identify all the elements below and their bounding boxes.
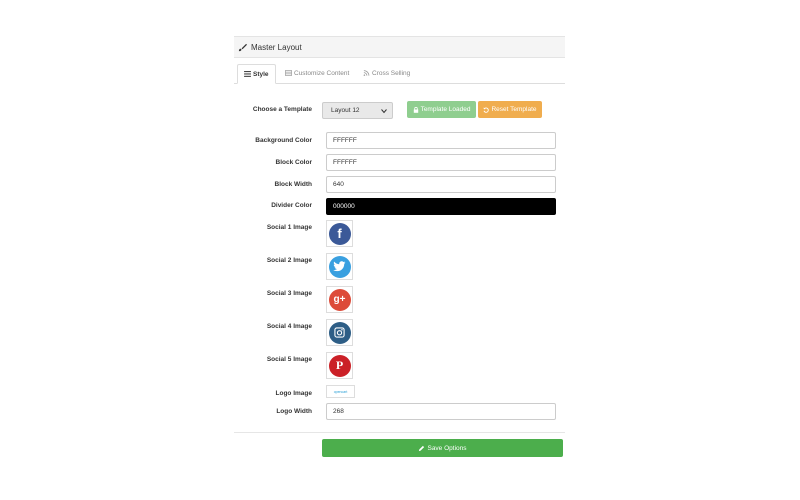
- social-3-image[interactable]: g+: [326, 286, 353, 313]
- tab-customize-content[interactable]: Customize Content: [279, 64, 355, 82]
- panel-title: Master Layout: [251, 42, 302, 52]
- google-plus-icon: g+: [328, 288, 351, 311]
- pencil-icon: [419, 445, 425, 451]
- logo-image[interactable]: opencart: [326, 385, 355, 398]
- tab-customize-content-label: Customize Content: [294, 69, 350, 77]
- logo-width-label: Logo Width: [276, 408, 312, 415]
- save-options-button[interactable]: Save Options: [322, 439, 563, 457]
- block-color-value: FFFFFF: [333, 159, 357, 166]
- block-color-label: Block Color: [275, 159, 312, 166]
- twitter-icon: [328, 255, 351, 278]
- tab-style-label: Style: [253, 70, 269, 78]
- list-icon: [244, 71, 251, 77]
- block-color-input[interactable]: FFFFFF: [326, 154, 556, 171]
- save-options-label: Save Options: [427, 444, 467, 452]
- opencart-logo: opencart: [333, 389, 348, 394]
- tab-cross-selling[interactable]: Cross Selling: [357, 64, 416, 82]
- template-loaded-label: Template Loaded: [420, 106, 471, 113]
- social-1-label: Social 1 Image: [266, 224, 312, 231]
- social-4-image[interactable]: [326, 319, 353, 346]
- background-color-label: Background Color: [255, 137, 312, 144]
- reset-template-button[interactable]: Reset Template: [478, 101, 542, 118]
- paintbrush-icon: [238, 43, 247, 51]
- social-1-image[interactable]: f: [326, 220, 353, 247]
- tab-bar: Style Customize Content Cross Selling: [234, 64, 565, 84]
- logo-width-value: 268: [333, 408, 344, 415]
- block-width-label: Block Width: [274, 181, 313, 188]
- divider-color-input[interactable]: 000000: [326, 198, 556, 215]
- form-divider: [234, 432, 565, 433]
- template-select-value: Layout 12: [331, 107, 360, 114]
- social-3-label: Social 3 Image: [266, 290, 312, 297]
- block-width-value: 640: [333, 181, 344, 188]
- logo-image-label: Logo Image: [275, 390, 312, 397]
- panel-heading: Master Layout: [234, 36, 565, 58]
- tab-style[interactable]: Style: [237, 64, 276, 84]
- social-2-label: Social 2 Image: [266, 257, 312, 264]
- social-2-image[interactable]: [326, 253, 353, 280]
- chevron-down-icon: [381, 109, 387, 114]
- table-icon: [285, 70, 292, 76]
- master-layout-panel: Master Layout Style Customize Content Cr…: [234, 36, 565, 464]
- divider-color-label: Divider Color: [271, 202, 312, 209]
- tab-cross-selling-label: Cross Selling: [372, 69, 411, 77]
- template-loaded-button[interactable]: Template Loaded: [407, 101, 476, 118]
- background-color-input[interactable]: FFFFFF: [326, 132, 556, 149]
- block-width-input[interactable]: 640: [326, 176, 556, 193]
- social-5-label: Social 5 Image: [266, 356, 312, 363]
- template-select[interactable]: Layout 12: [322, 102, 393, 119]
- lock-icon: [413, 106, 418, 113]
- divider-color-value: 000000: [333, 203, 355, 210]
- social-5-image[interactable]: P: [326, 352, 353, 379]
- social-4-label: Social 4 Image: [266, 323, 312, 330]
- undo-icon: [483, 106, 490, 113]
- facebook-icon: f: [328, 222, 351, 245]
- logo-width-input[interactable]: 268: [326, 403, 556, 420]
- instagram-icon: [328, 321, 351, 344]
- rss-icon: [363, 70, 370, 76]
- reset-template-label: Reset Template: [491, 106, 537, 113]
- background-color-value: FFFFFF: [333, 137, 357, 144]
- pinterest-icon: P: [328, 354, 351, 377]
- choose-template-label: Choose a Template: [252, 106, 312, 113]
